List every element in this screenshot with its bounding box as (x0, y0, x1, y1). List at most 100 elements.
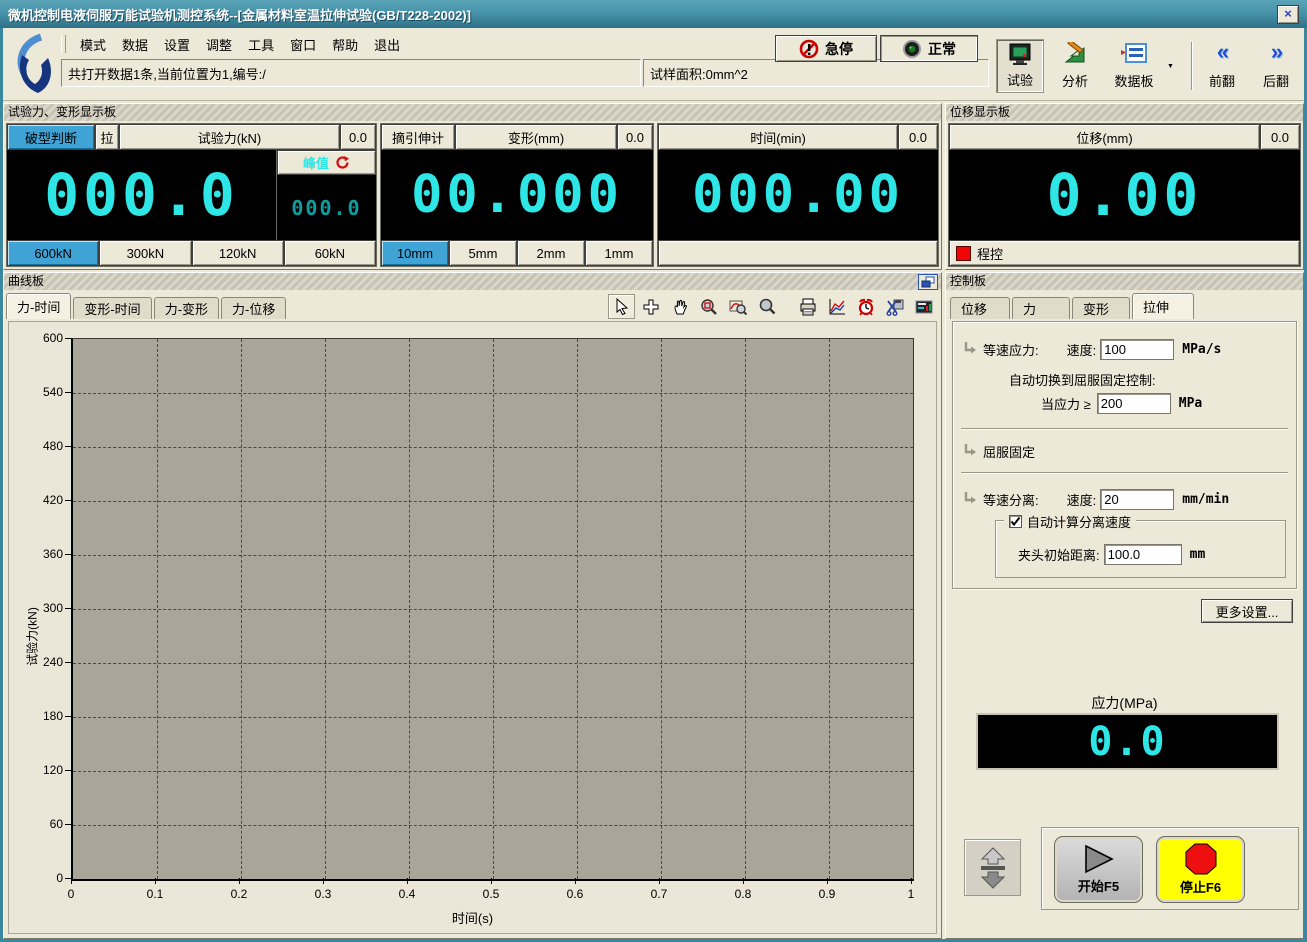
print-button[interactable] (794, 294, 821, 319)
deform-range-buttons: 10mm 5mm 2mm 1mm (381, 240, 653, 266)
branch-arrow-icon (963, 444, 977, 458)
databoard-dropdown-arrow[interactable]: ▼ (1167, 58, 1179, 74)
stop-button[interactable]: 停止F6 (1156, 836, 1245, 903)
menu-item-window[interactable]: 窗口 (282, 33, 324, 56)
restore-icon (921, 276, 935, 288)
const-stress-speed-label: 速度: (1067, 340, 1097, 359)
pull-direction-cell[interactable]: 拉 (95, 124, 119, 150)
auto-calc-label: 自动计算分离速度 (1027, 512, 1131, 531)
time-header-label: 时间(min) (658, 124, 898, 150)
stop-icon (1183, 843, 1219, 875)
test-monitor-icon (1007, 43, 1033, 67)
menu-item-adjust[interactable]: 调整 (198, 33, 240, 56)
tab-force[interactable]: 力 (1012, 297, 1070, 319)
next-page-button[interactable]: » 后翻 (1253, 39, 1299, 93)
cursor-tool-button[interactable] (608, 294, 635, 319)
deform-range-2mm[interactable]: 2mm (517, 240, 585, 266)
branch-arrow-icon (963, 492, 977, 506)
tab-force-deform[interactable]: 力-变形 (154, 297, 219, 319)
const-stress-label: 等速应力: (983, 340, 1039, 359)
tab-force-time[interactable]: 力-时间 (6, 293, 71, 319)
divider (961, 472, 1288, 474)
when-stress-label: 当应力 ≥ (1041, 394, 1091, 413)
pan-tool-button[interactable] (666, 294, 693, 319)
clip-save-button[interactable] (881, 294, 908, 319)
stress-value: 0.0 (1088, 719, 1166, 765)
databoard-label: 数据板 (1114, 71, 1153, 90)
force-group-header: 破型判断 拉 试验力(kN) 0.0 (7, 124, 376, 150)
jog-up-down-button[interactable] (964, 839, 1021, 896)
prev-page-button[interactable]: « 前翻 (1199, 39, 1245, 93)
deform-range-5mm[interactable]: 5mm (449, 240, 517, 266)
start-icon (1082, 844, 1116, 874)
curve-overlay-button[interactable] (823, 294, 850, 319)
tensile-tab-content: 等速应力: 速度: MPa/s 自动切换到屈服固定控制: 当应力 ≥ MPa 屈… (952, 321, 1297, 589)
timer-button[interactable] (852, 294, 879, 319)
estop-label: 急停 (825, 39, 853, 59)
when-stress-unit: MPa (1179, 396, 1202, 411)
next-chevrons-icon: » (1271, 42, 1281, 62)
const-stress-input[interactable] (1100, 339, 1174, 360)
restore-window-button[interactable] (918, 274, 938, 290)
tab-deform-time[interactable]: 变形-时间 (73, 297, 151, 319)
force-lcd: 000.0 峰值 000.0 (7, 150, 376, 240)
tab-displacement[interactable]: 位移 (950, 297, 1010, 319)
force-range-600kN[interactable]: 600kN (7, 240, 99, 266)
peak-header[interactable]: 峰值 (277, 150, 376, 175)
extensometer-cell[interactable]: 摘引伸计 (381, 124, 455, 150)
tab-force-displacement[interactable]: 力-位移 (221, 297, 286, 319)
deform-small-value: 0.0 (617, 124, 653, 150)
grip-distance-row: 夹头初始距离: mm (996, 543, 1285, 565)
move-tool-button[interactable] (637, 294, 664, 319)
deform-range-1mm[interactable]: 1mm (585, 240, 653, 266)
print-icon (799, 298, 817, 316)
window-title: 微机控制电液伺服万能试验机测控系统--[金属材料室温拉伸试验(GB/T228-2… (8, 5, 1277, 24)
tab-tensile[interactable]: 拉伸 (1132, 293, 1194, 319)
chart-area: 试验力(kN) 06012018024030036042048054060000… (8, 321, 937, 934)
curve-panel-title: 曲线板 (4, 273, 941, 290)
break-judge-toggle[interactable]: 破型判断 (7, 124, 95, 150)
auto-calc-checkbox[interactable] (1009, 515, 1022, 528)
estop-icon (799, 39, 819, 59)
chart-xlabel: 时间(s) (9, 908, 936, 927)
force-small-value: 0.0 (340, 124, 376, 150)
test-view-button[interactable]: 试验 (996, 39, 1044, 93)
zoom-select-tool-button[interactable] (695, 294, 722, 319)
force-range-60kN[interactable]: 60kN (284, 240, 376, 266)
menu-item-exit[interactable]: 退出 (366, 33, 408, 56)
sep-speed-input[interactable] (1100, 489, 1174, 510)
start-label: 开始F5 (1078, 876, 1119, 895)
start-button[interactable]: 开始F5 (1054, 836, 1143, 903)
tab-deform[interactable]: 变形 (1072, 297, 1130, 319)
displacement-panel: 位移显示板 位移(mm) 0.0 0.00 程控 (945, 103, 1304, 270)
zoom-tool-button[interactable] (753, 294, 780, 319)
const-sep-label: 等速分离: (983, 490, 1039, 509)
estop-button[interactable]: 急停 (775, 35, 877, 62)
normal-status-button[interactable]: 正常 (880, 35, 978, 62)
data-panel-button[interactable] (910, 294, 937, 319)
menu-item-mode[interactable]: 模式 (72, 33, 114, 56)
yield-fixed-label: 屈服固定 (983, 442, 1035, 461)
grip-unit: mm (1190, 547, 1206, 562)
peak-refresh-icon[interactable] (335, 155, 350, 170)
force-range-300kN[interactable]: 300kN (99, 240, 191, 266)
force-header-label: 试验力(kN) (119, 124, 340, 150)
force-range-120kN[interactable]: 120kN (192, 240, 284, 266)
deform-group-header: 摘引伸计 变形(mm) 0.0 (381, 124, 653, 150)
menu-item-data[interactable]: 数据 (114, 33, 156, 56)
deform-range-10mm[interactable]: 10mm (381, 240, 449, 266)
menu-item-tools[interactable]: 工具 (240, 33, 282, 56)
close-button[interactable]: × (1277, 5, 1299, 24)
grip-distance-input[interactable] (1104, 544, 1182, 565)
databoard-button[interactable]: 数据板 (1102, 39, 1166, 93)
displacement-lcd: 0.00 (949, 150, 1300, 240)
force-panel-title: 试验力、变形显示板 (4, 104, 941, 121)
more-settings-button[interactable]: 更多设置... (1201, 599, 1293, 623)
prev-chevrons-icon: « (1217, 42, 1227, 62)
analysis-button[interactable]: 分析 (1052, 39, 1098, 93)
zoom-curve-tool-button[interactable] (724, 294, 751, 319)
when-stress-input[interactable] (1097, 393, 1171, 414)
menu-item-settings[interactable]: 设置 (156, 33, 198, 56)
divider (961, 428, 1288, 430)
menu-item-help[interactable]: 帮助 (324, 33, 366, 56)
